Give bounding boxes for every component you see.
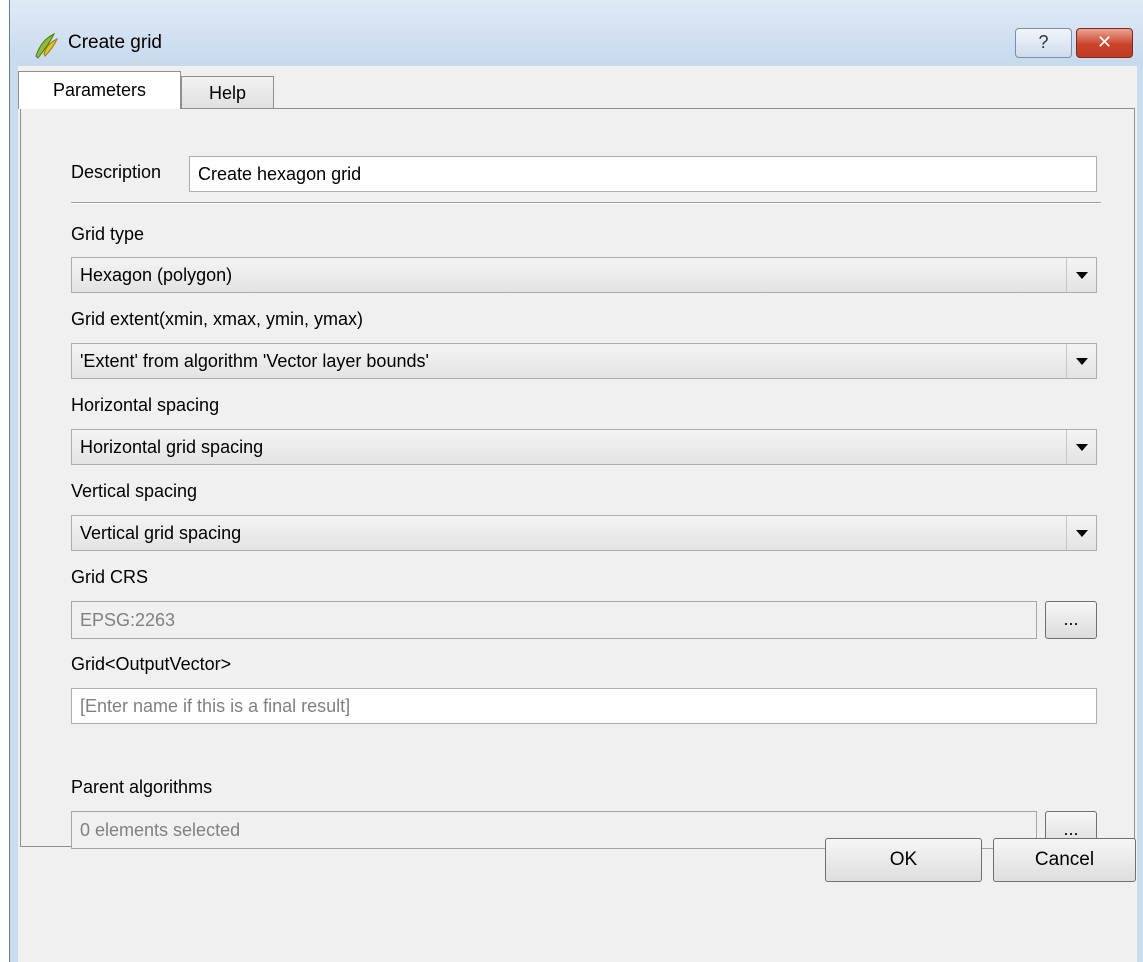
window-title: Create grid — [68, 32, 162, 53]
grid-crs-label: Grid CRS — [71, 567, 149, 587]
cancel-button[interactable]: Cancel — [993, 838, 1136, 882]
tab-parameters[interactable]: Parameters — [18, 71, 181, 109]
question-icon: ? — [1038, 32, 1049, 52]
grid-crs-browse-button[interactable]: ... — [1045, 601, 1097, 639]
title-bar: Create grid ? ✕ — [10, 0, 1143, 66]
separator — [71, 202, 1101, 204]
grid-extent-value: 'Extent' from algorithm 'Vector layer bo… — [80, 351, 429, 371]
vertical-spacing-label: Vertical spacing — [71, 481, 198, 501]
close-icon: ✕ — [1096, 32, 1113, 52]
grid-type-value: Hexagon (polygon) — [80, 265, 233, 285]
chevron-down-icon — [1066, 258, 1096, 292]
chevron-down-icon — [1066, 344, 1096, 378]
grid-type-select[interactable]: Hexagon (polygon) — [71, 257, 1097, 293]
chevron-down-icon — [1066, 516, 1096, 550]
grid-extent-select[interactable]: 'Extent' from algorithm 'Vector layer bo… — [71, 343, 1097, 379]
vertical-spacing-select[interactable]: Vertical grid spacing — [71, 515, 1097, 551]
parent-algorithms-label: Parent algorithms — [71, 777, 213, 797]
chevron-down-icon — [1066, 430, 1096, 464]
grid-output-input[interactable]: [Enter name if this is a final result] — [71, 688, 1097, 724]
help-button[interactable]: ? — [1015, 28, 1072, 58]
close-button[interactable]: ✕ — [1076, 28, 1133, 58]
create-grid-dialog: Create grid ? ✕ Parameters Help Descript… — [9, 0, 1143, 962]
vertical-spacing-value: Vertical grid spacing — [80, 523, 242, 543]
grid-extent-label: Grid extent(xmin, xmax, ymin, ymax) — [71, 309, 364, 329]
ok-button[interactable]: OK — [825, 838, 982, 882]
grid-crs-field: EPSG:2263 — [71, 601, 1037, 639]
tab-help[interactable]: Help — [181, 76, 274, 109]
horizontal-spacing-value: Horizontal grid spacing — [80, 437, 264, 457]
dialog-body: Parameters Help Description Create hexag… — [18, 66, 1137, 962]
horizontal-spacing-label: Horizontal spacing — [71, 395, 220, 415]
grid-output-label: Grid<OutputVector> — [71, 654, 232, 674]
qgis-app-icon — [35, 32, 58, 59]
description-label: Description — [71, 162, 162, 182]
horizontal-spacing-select[interactable]: Horizontal grid spacing — [71, 429, 1097, 465]
description-input[interactable]: Create hexagon grid — [189, 156, 1097, 192]
parameters-panel: Description Create hexagon grid Grid typ… — [20, 108, 1135, 849]
grid-type-label: Grid type — [71, 224, 145, 244]
